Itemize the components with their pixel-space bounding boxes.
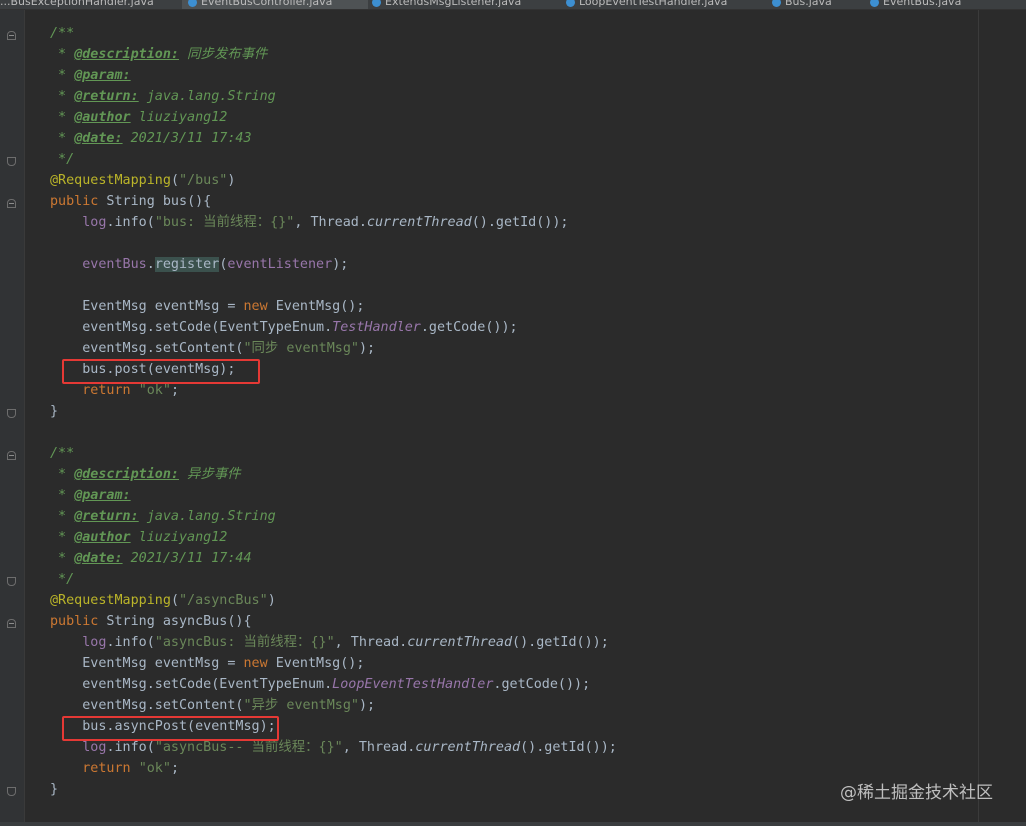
highlight-box-sync-post [62, 359, 260, 384]
tab-bus-exception-handler[interactable]: ...BusExceptionHandler.java [0, 0, 154, 9]
code-line: * @return: java.lang.String [50, 509, 276, 524]
code-line: } [50, 782, 59, 797]
fold-toggle-icon[interactable] [7, 451, 16, 460]
code-line: * @description: 异步事件 [50, 467, 241, 482]
fold-end-icon[interactable] [7, 157, 16, 166]
code-line: } [50, 404, 59, 419]
fold-end-icon[interactable] [7, 787, 16, 796]
code-line: * @param: [50, 488, 131, 503]
fold-toggle-icon[interactable] [7, 31, 16, 40]
fold-toggle-icon[interactable] [7, 199, 16, 208]
tab-event-bus-controller[interactable]: EventBusController.java [182, 0, 368, 9]
code-line: * @param: [50, 68, 131, 83]
code-line: return "ok"; [82, 761, 179, 776]
code-line: /** [50, 26, 75, 41]
fold-end-icon[interactable] [7, 577, 16, 586]
java-file-icon [566, 0, 575, 7]
code-line: EventMsg eventMsg = new EventMsg(); [50, 656, 365, 671]
code-line: public String asyncBus(){ [50, 614, 252, 629]
highlight-box-async-post [62, 716, 279, 741]
code-line: log.info("asyncBus: 当前线程：{}", Thread.cur… [82, 635, 609, 650]
horizontal-scrollbar[interactable] [0, 822, 1026, 826]
code-line: */ [50, 152, 75, 167]
code-line: log.info("bus: 当前线程：{}", Thread.currentT… [82, 215, 569, 230]
code-line: @RequestMapping("/asyncBus") [50, 593, 276, 608]
code-line: * @date: 2021/3/11 17:43 [50, 131, 252, 146]
tab-bus[interactable]: Bus.java [772, 0, 832, 9]
java-file-icon [870, 0, 879, 7]
right-margin-guide [978, 10, 979, 826]
code-line: eventMsg.setContent("异步 eventMsg"); [50, 698, 376, 713]
code-editor[interactable]: /** * @description: 同步发布事件 * @param: * @… [50, 23, 617, 800]
code-line: EventMsg eventMsg = new EventMsg(); [50, 299, 365, 314]
tab-extends-msg-listener[interactable]: ExtendsMsgListener.java [372, 0, 521, 9]
tab-event-bus[interactable]: EventBus.java [870, 0, 961, 9]
code-line: eventMsg.setContent("同步 eventMsg"); [50, 341, 376, 356]
code-line: * @author liuziyang12 [50, 530, 228, 545]
code-line: * @date: 2021/3/11 17:44 [50, 551, 252, 566]
editor-gutter[interactable] [0, 10, 25, 826]
editor-tab-bar: ...BusExceptionHandler.java EventBusCont… [0, 0, 1026, 10]
fold-end-icon[interactable] [7, 409, 16, 418]
java-file-icon [188, 0, 197, 7]
code-line: @RequestMapping("/bus") [50, 173, 236, 188]
code-line: eventBus.register(eventListener); [82, 257, 349, 272]
code-line: public String bus(){ [50, 194, 212, 209]
java-file-icon [372, 0, 381, 7]
code-line: * @return: java.lang.String [50, 89, 276, 104]
code-line: eventMsg.setCode(EventTypeEnum.LoopEvent… [50, 677, 591, 692]
tab-loop-event-test-handler[interactable]: LoopEventTestHandler.java [566, 0, 727, 9]
code-line: * @author liuziyang12 [50, 110, 228, 125]
code-line: */ [50, 572, 75, 587]
fold-toggle-icon[interactable] [7, 619, 16, 628]
code-line: /** [50, 446, 75, 461]
java-file-icon [772, 0, 781, 7]
code-line: * @description: 同步发布事件 [50, 47, 268, 62]
watermark: @稀土掘金技术社区 [840, 783, 993, 803]
code-line: eventMsg.setCode(EventTypeEnum.TestHandl… [50, 320, 518, 335]
